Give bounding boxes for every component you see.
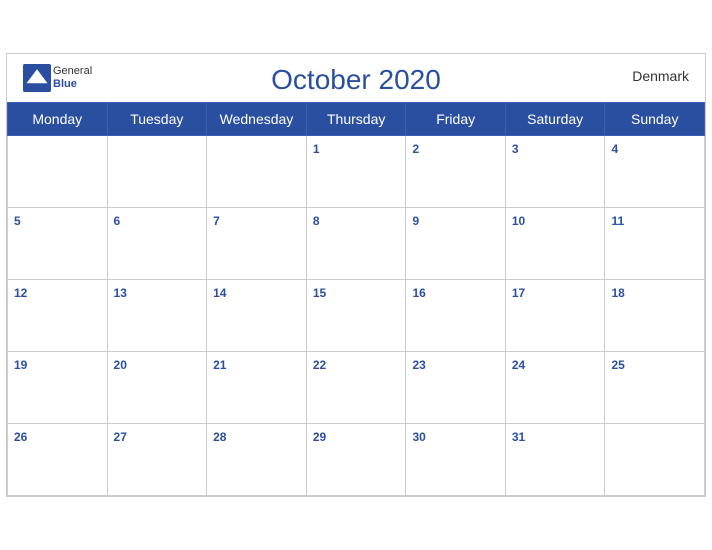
brand-blue: Blue bbox=[53, 78, 92, 91]
calendar-day-cell: 1 bbox=[306, 136, 406, 208]
day-number: 29 bbox=[313, 430, 326, 444]
calendar-week-row: 1 2 3 4 bbox=[8, 136, 705, 208]
calendar-day-cell: 25 bbox=[605, 352, 705, 424]
calendar-day-cell: 18 bbox=[605, 280, 705, 352]
calendar-day-cell: 16 bbox=[406, 280, 505, 352]
calendar-day-cell: 17 bbox=[505, 280, 605, 352]
weekday-tuesday: Tuesday bbox=[107, 103, 207, 136]
day-number: 13 bbox=[114, 286, 127, 300]
day-number: 31 bbox=[512, 430, 525, 444]
calendar-day-cell: 20 bbox=[107, 352, 207, 424]
weekday-monday: Monday bbox=[8, 103, 108, 136]
calendar-day-cell: 12 bbox=[8, 280, 108, 352]
day-number: 2 bbox=[412, 142, 419, 156]
calendar-day-cell bbox=[207, 136, 307, 208]
day-number: 28 bbox=[213, 430, 226, 444]
calendar: General Blue October 2020 Denmark Monday… bbox=[6, 53, 706, 497]
calendar-day-cell: 22 bbox=[306, 352, 406, 424]
day-number: 12 bbox=[14, 286, 27, 300]
day-number: 17 bbox=[512, 286, 525, 300]
brand-general: General bbox=[53, 65, 92, 78]
day-number: 21 bbox=[213, 358, 226, 372]
country-label: Denmark bbox=[632, 68, 689, 84]
calendar-day-cell: 31 bbox=[505, 424, 605, 496]
day-number: 4 bbox=[611, 142, 618, 156]
day-number: 25 bbox=[611, 358, 624, 372]
day-number: 19 bbox=[14, 358, 27, 372]
day-number: 14 bbox=[213, 286, 226, 300]
day-number: 8 bbox=[313, 214, 320, 228]
day-number: 6 bbox=[114, 214, 121, 228]
day-number: 16 bbox=[412, 286, 425, 300]
calendar-day-cell: 26 bbox=[8, 424, 108, 496]
calendar-day-cell: 14 bbox=[207, 280, 307, 352]
calendar-day-cell: 11 bbox=[605, 208, 705, 280]
brand-logo-area: General Blue bbox=[23, 64, 92, 92]
calendar-day-cell: 30 bbox=[406, 424, 505, 496]
day-number: 5 bbox=[14, 214, 21, 228]
day-number: 15 bbox=[313, 286, 326, 300]
calendar-body: 1234567891011121314151617181920212223242… bbox=[8, 136, 705, 496]
day-number: 26 bbox=[14, 430, 27, 444]
calendar-day-cell: 4 bbox=[605, 136, 705, 208]
day-number: 1 bbox=[313, 142, 320, 156]
calendar-day-cell: 9 bbox=[406, 208, 505, 280]
calendar-week-row: 26 27 28 29 30 31 bbox=[8, 424, 705, 496]
calendar-week-row: 5 6 7 8 9 10 11 bbox=[8, 208, 705, 280]
calendar-day-cell: 5 bbox=[8, 208, 108, 280]
day-number: 20 bbox=[114, 358, 127, 372]
calendar-day-cell: 28 bbox=[207, 424, 307, 496]
calendar-week-row: 12 13 14 15 16 17 18 bbox=[8, 280, 705, 352]
calendar-table: Monday Tuesday Wednesday Thursday Friday… bbox=[7, 102, 705, 496]
day-number: 11 bbox=[611, 214, 624, 228]
calendar-day-cell: 29 bbox=[306, 424, 406, 496]
calendar-day-cell bbox=[8, 136, 108, 208]
calendar-day-cell: 8 bbox=[306, 208, 406, 280]
calendar-title: October 2020 bbox=[23, 64, 689, 96]
calendar-week-row: 19 20 21 22 23 24 25 bbox=[8, 352, 705, 424]
calendar-day-cell: 23 bbox=[406, 352, 505, 424]
calendar-day-cell bbox=[605, 424, 705, 496]
calendar-day-cell: 19 bbox=[8, 352, 108, 424]
day-number: 23 bbox=[412, 358, 425, 372]
day-number: 27 bbox=[114, 430, 127, 444]
day-number: 7 bbox=[213, 214, 220, 228]
day-number: 30 bbox=[412, 430, 425, 444]
calendar-day-cell: 6 bbox=[107, 208, 207, 280]
day-number: 22 bbox=[313, 358, 326, 372]
weekday-thursday: Thursday bbox=[306, 103, 406, 136]
day-number: 10 bbox=[512, 214, 525, 228]
weekday-saturday: Saturday bbox=[505, 103, 605, 136]
weekday-wednesday: Wednesday bbox=[207, 103, 307, 136]
weekday-header-row: Monday Tuesday Wednesday Thursday Friday… bbox=[8, 103, 705, 136]
calendar-day-cell: 21 bbox=[207, 352, 307, 424]
day-number: 24 bbox=[512, 358, 525, 372]
calendar-day-cell bbox=[107, 136, 207, 208]
day-number: 3 bbox=[512, 142, 519, 156]
calendar-day-cell: 27 bbox=[107, 424, 207, 496]
calendar-day-cell: 24 bbox=[505, 352, 605, 424]
day-number: 18 bbox=[611, 286, 624, 300]
calendar-day-cell: 7 bbox=[207, 208, 307, 280]
day-number: 9 bbox=[412, 214, 419, 228]
calendar-day-cell: 10 bbox=[505, 208, 605, 280]
weekday-sunday: Sunday bbox=[605, 103, 705, 136]
calendar-header: General Blue October 2020 Denmark bbox=[7, 54, 705, 102]
calendar-day-cell: 13 bbox=[107, 280, 207, 352]
calendar-day-cell: 15 bbox=[306, 280, 406, 352]
calendar-day-cell: 2 bbox=[406, 136, 505, 208]
calendar-day-cell: 3 bbox=[505, 136, 605, 208]
generalblue-logo-icon bbox=[23, 64, 51, 92]
weekday-friday: Friday bbox=[406, 103, 505, 136]
